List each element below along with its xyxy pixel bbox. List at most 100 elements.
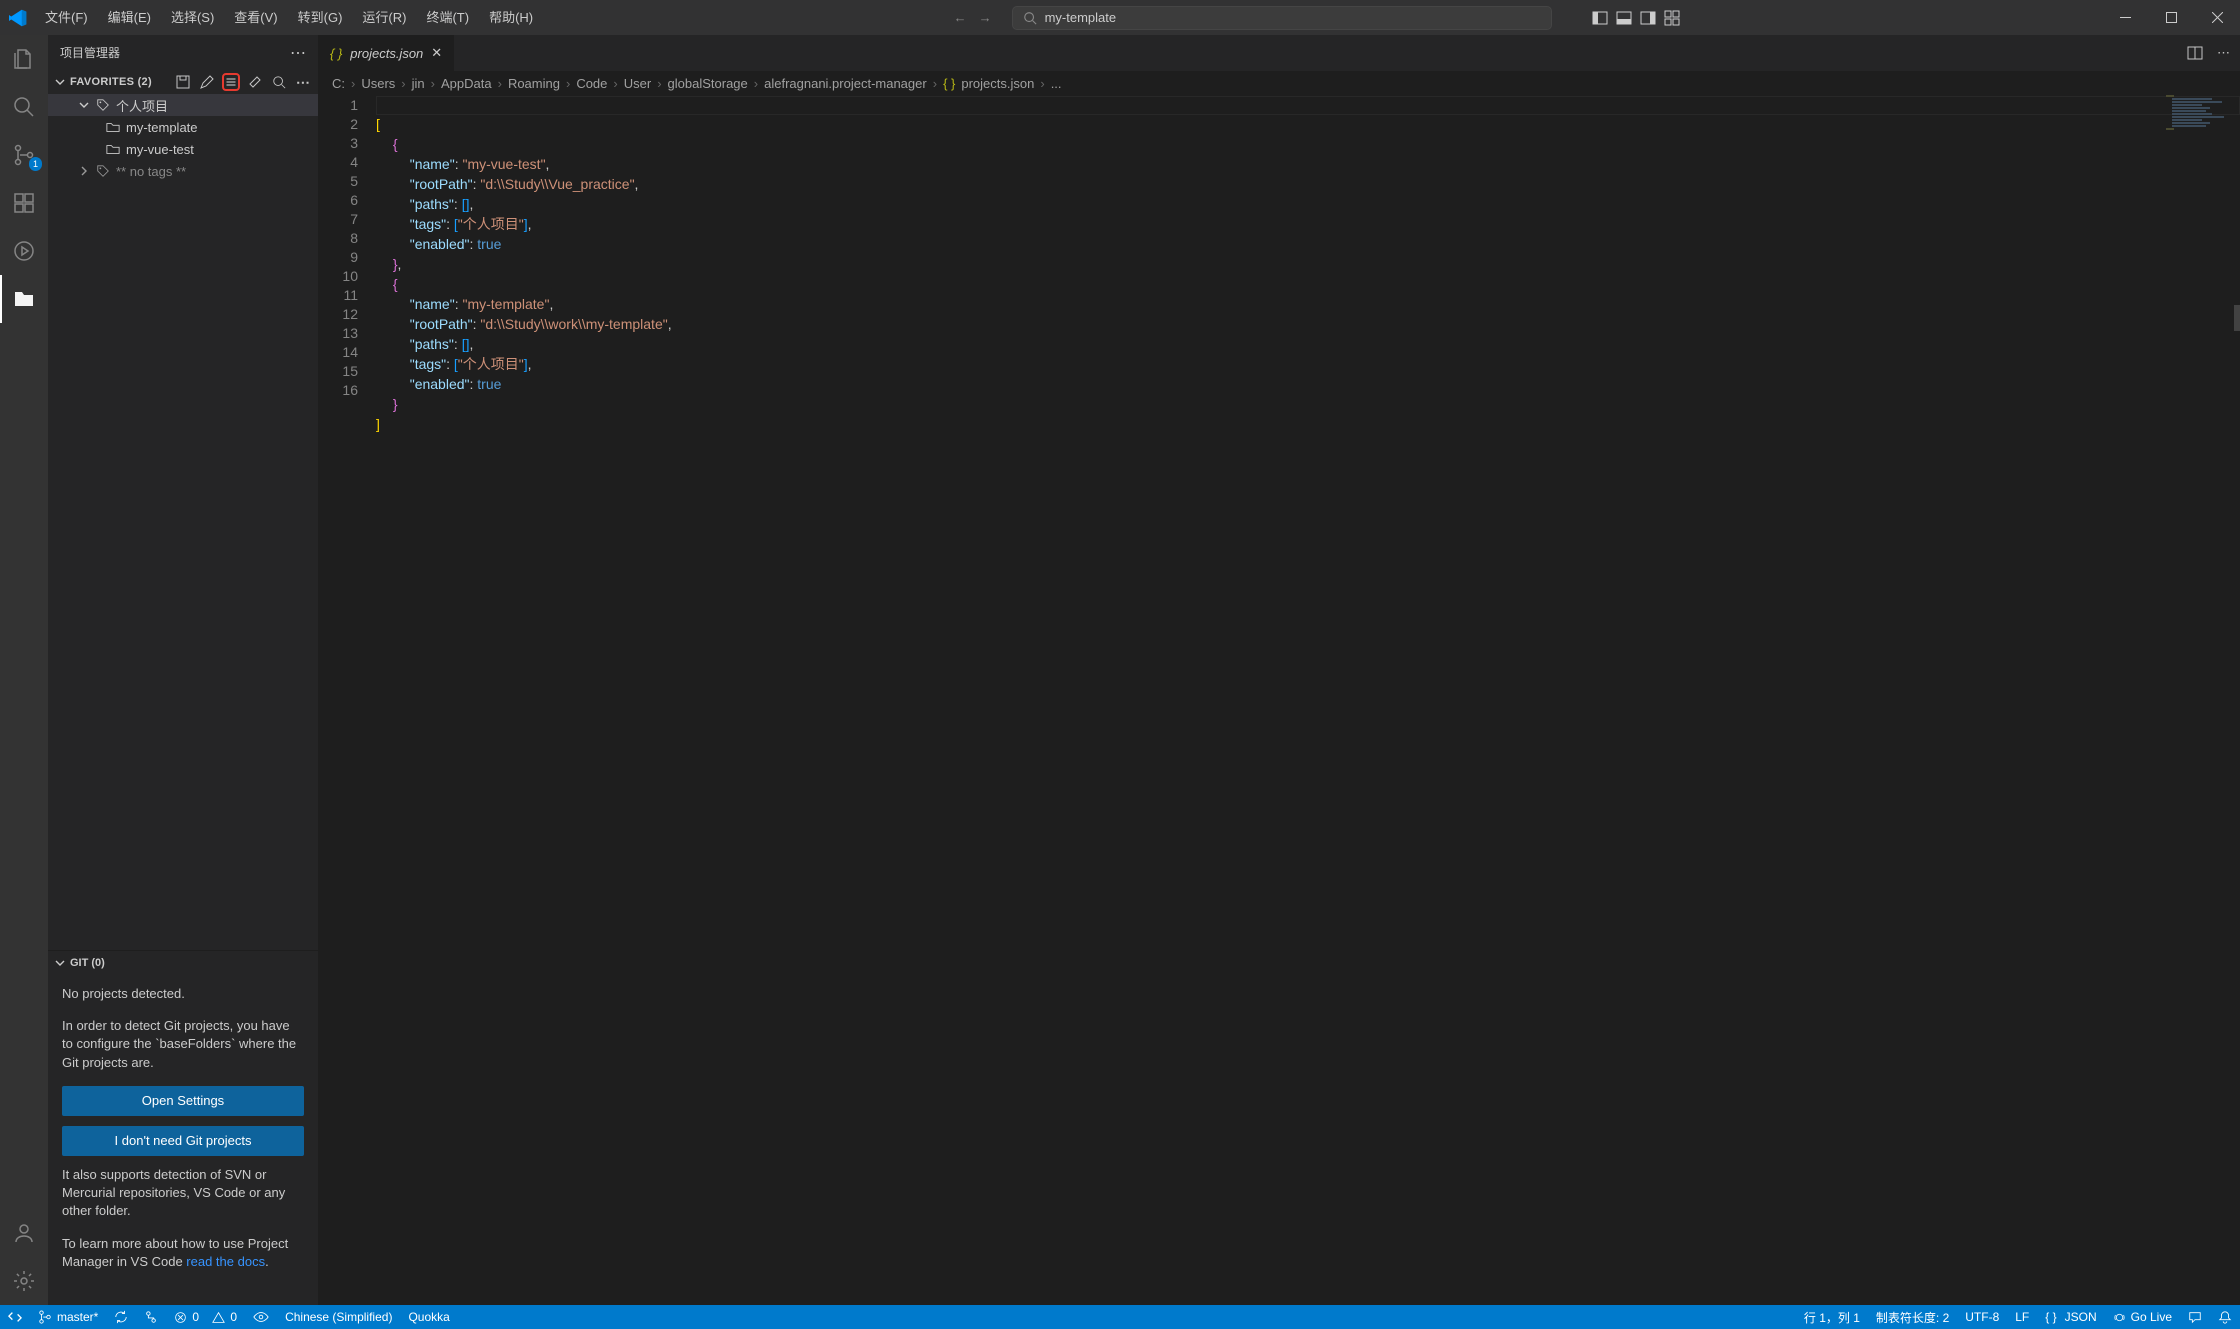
window-maximize-icon[interactable]	[2148, 0, 2194, 35]
sidebar-title-text: 项目管理器	[60, 44, 120, 61]
status-link-icon[interactable]	[136, 1310, 166, 1324]
status-feedback-icon[interactable]	[2180, 1310, 2210, 1324]
breadcrumb[interactable]: C:› Users› jin› AppData› Roaming› Code› …	[318, 71, 2240, 95]
activity-project-manager-icon[interactable]	[0, 275, 48, 323]
toggle-panel-icon[interactable]	[1616, 10, 1632, 26]
crumb[interactable]: Users	[361, 76, 395, 91]
section-more-icon[interactable]: ⋯	[294, 73, 312, 91]
activity-extensions-icon[interactable]	[0, 179, 48, 227]
toggle-secondary-sidebar-icon[interactable]	[1640, 10, 1656, 26]
window-controls	[2102, 0, 2240, 35]
activity-search-icon[interactable]	[0, 83, 48, 131]
menu-file[interactable]: 文件(F)	[35, 0, 98, 35]
read-docs-link[interactable]: read the docs	[186, 1254, 265, 1269]
tag-icon	[96, 98, 110, 112]
crumb[interactable]: C:	[332, 76, 345, 91]
status-tab-size[interactable]: 制表符长度: 2	[1868, 1309, 1957, 1326]
git-learn-text: To learn more about how to use Project M…	[62, 1235, 304, 1271]
status-bar: master* 0 0 Chinese (Simplified) Quokka …	[0, 1305, 2240, 1329]
command-center-search[interactable]: my-template	[1012, 6, 1552, 30]
editor-more-icon[interactable]: ⋯	[2217, 45, 2230, 61]
tree-group-label: 个人项目	[116, 96, 168, 115]
overview-ruler-mark	[2234, 305, 2240, 331]
crumb-file[interactable]: projects.json	[961, 76, 1034, 91]
tree-item-label: ** no tags **	[116, 164, 186, 179]
git-section-header[interactable]: GIT (0)	[48, 951, 318, 975]
activity-bar: 1	[0, 35, 48, 1305]
status-preview-icon[interactable]	[245, 1310, 277, 1324]
tree-item-label: my-vue-test	[126, 142, 194, 157]
activity-quokka-icon[interactable]	[0, 227, 48, 275]
crumb[interactable]: jin	[412, 76, 425, 91]
filter-by-tag-icon[interactable]	[222, 73, 240, 91]
status-branch[interactable]: master*	[30, 1310, 106, 1324]
save-project-icon[interactable]	[174, 73, 192, 91]
activity-settings-icon[interactable]	[0, 1257, 48, 1305]
nav-back-icon[interactable]: ←	[954, 10, 967, 25]
menu-terminal[interactable]: 终端(T)	[416, 0, 479, 35]
tree-group-no-tags[interactable]: ** no tags **	[48, 160, 318, 182]
git-section-label: GIT (0)	[70, 957, 105, 969]
status-problems[interactable]: 0 0	[166, 1310, 245, 1324]
crumb[interactable]: Roaming	[508, 76, 560, 91]
status-sync-icon[interactable]	[106, 1310, 136, 1324]
dont-need-git-button[interactable]: I don't need Git projects	[62, 1126, 304, 1156]
nav-forward-icon[interactable]: →	[979, 10, 992, 25]
json-icon: { }	[330, 46, 342, 61]
crumb[interactable]: alefragnani.project-manager	[764, 76, 927, 91]
json-icon: { }	[943, 76, 955, 91]
favorites-tree: 个人项目 my-template my-vue-test ** no tags …	[48, 94, 318, 182]
status-eol[interactable]: LF	[2007, 1310, 2037, 1324]
activity-source-control-icon[interactable]: 1	[0, 131, 48, 179]
favorites-section-header[interactable]: FAVORITES (2) ⋯	[48, 70, 318, 94]
activity-account-icon[interactable]	[0, 1209, 48, 1257]
toggle-primary-sidebar-icon[interactable]	[1592, 10, 1608, 26]
tree-group-personal[interactable]: 个人项目	[48, 94, 318, 116]
brush-icon[interactable]	[246, 73, 264, 91]
tree-item-label: my-template	[126, 120, 198, 135]
search-text: my-template	[1045, 10, 1117, 25]
status-cursor[interactable]: 行 1，列 1	[1796, 1309, 1868, 1326]
minimap[interactable]	[2166, 95, 2226, 135]
crumb[interactable]: User	[624, 76, 651, 91]
tree-item-my-template[interactable]: my-template	[48, 116, 318, 138]
window-minimize-icon[interactable]	[2102, 0, 2148, 35]
status-bell-icon[interactable]	[2210, 1310, 2240, 1324]
git-info: In order to detect Git projects, you hav…	[62, 1017, 304, 1072]
code-text[interactable]: [ { "name": "my-vue-test", "rootPath": "…	[376, 95, 2240, 1305]
menu-run[interactable]: 运行(R)	[352, 0, 416, 35]
status-quokka[interactable]: Quokka	[400, 1310, 457, 1324]
status-language[interactable]: Chinese (Simplified)	[277, 1310, 400, 1324]
edit-project-icon[interactable]	[198, 73, 216, 91]
search-projects-icon[interactable]	[270, 73, 288, 91]
crumb-tail[interactable]: ...	[1051, 76, 1062, 91]
status-go-live[interactable]: Go Live	[2105, 1310, 2180, 1324]
chevron-right-icon	[78, 165, 90, 177]
search-icon	[1023, 11, 1037, 25]
menu-edit[interactable]: 编辑(E)	[98, 0, 161, 35]
git-also-text: It also supports detection of SVN or Mer…	[62, 1166, 304, 1221]
tab-projects-json[interactable]: { } projects.json ✕	[318, 35, 455, 71]
folder-icon	[106, 142, 120, 156]
sidebar-title: 项目管理器 ⋯	[48, 35, 318, 70]
split-editor-icon[interactable]	[2187, 45, 2203, 61]
crumb[interactable]: globalStorage	[668, 76, 748, 91]
crumb[interactable]: AppData	[441, 76, 492, 91]
menu-view[interactable]: 查看(V)	[224, 0, 287, 35]
crumb[interactable]: Code	[576, 76, 607, 91]
open-settings-button[interactable]: Open Settings	[62, 1086, 304, 1116]
editor-scrollbar[interactable]	[2226, 95, 2240, 1305]
sidebar-more-icon[interactable]: ⋯	[290, 43, 306, 63]
window-close-icon[interactable]	[2194, 0, 2240, 35]
code-editor[interactable]: 12345678910111213141516 [ { "name": "my-…	[318, 95, 2240, 1305]
status-file-type[interactable]: { }JSON	[2037, 1310, 2104, 1324]
status-encoding[interactable]: UTF-8	[1957, 1310, 2007, 1324]
tree-item-my-vue-test[interactable]: my-vue-test	[48, 138, 318, 160]
menu-go[interactable]: 转到(G)	[288, 0, 353, 35]
status-remote-icon[interactable]	[0, 1310, 30, 1324]
customize-layout-icon[interactable]	[1664, 10, 1680, 26]
tab-close-icon[interactable]: ✕	[431, 45, 442, 61]
menu-help[interactable]: 帮助(H)	[479, 0, 543, 35]
menu-select[interactable]: 选择(S)	[161, 0, 224, 35]
activity-explorer-icon[interactable]	[0, 35, 48, 83]
